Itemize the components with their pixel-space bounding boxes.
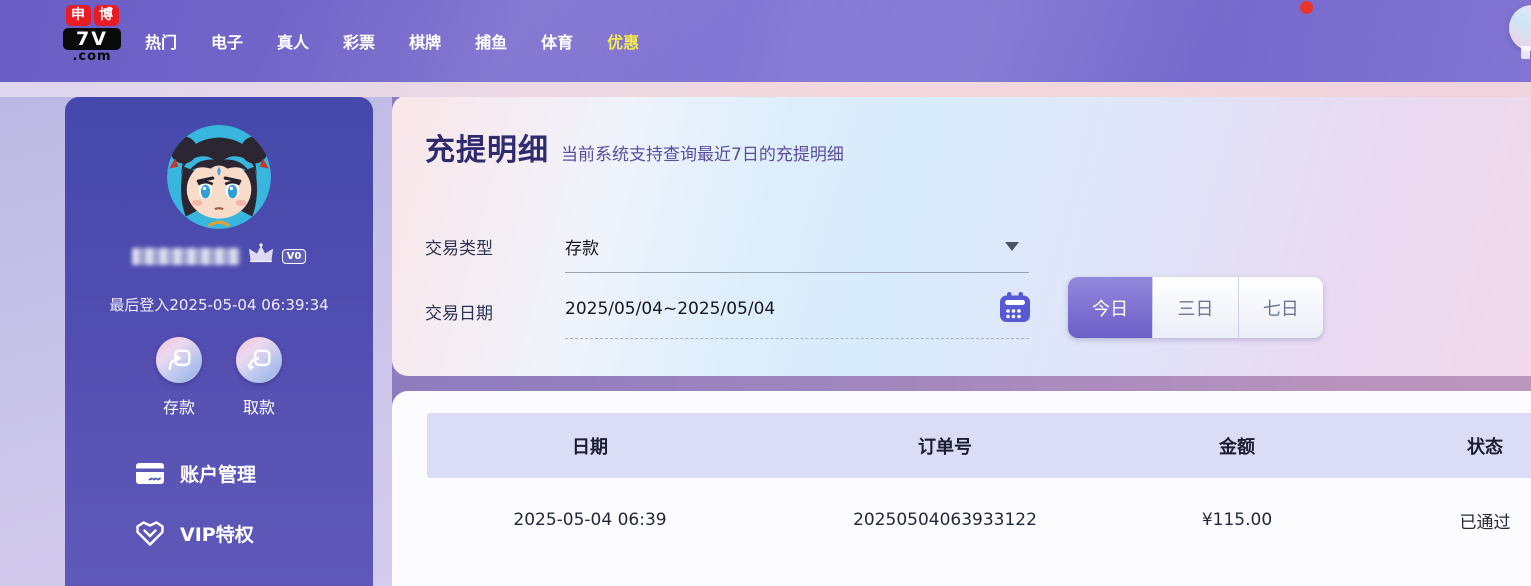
calendar-icon[interactable]: [999, 291, 1031, 323]
column-header-order-no: 订单号: [753, 413, 1137, 478]
sidebar-item-account-management[interactable]: 账户管理: [135, 460, 256, 487]
cell-date: 2025-05-04 06:39: [427, 478, 753, 562]
vip-shield-icon: [135, 520, 165, 547]
date-range-button-group: 今日 三日 七日: [1068, 277, 1323, 338]
sidebar-item-label: 账户管理: [180, 460, 256, 487]
range-button-today[interactable]: 今日: [1068, 277, 1153, 338]
quick-actions: 存款 取款: [65, 337, 373, 418]
records-panel: 日期 订单号 金额 状态 2025-05-04 06:39 2025050406…: [392, 391, 1531, 586]
logo-seal-left: 申: [66, 5, 91, 26]
withdraw-icon: [236, 337, 282, 383]
sidebar-username-row: V0: [65, 245, 373, 267]
table-row[interactable]: 2025-05-04 06:39 20250504063933122 ¥115.…: [427, 478, 1531, 562]
notification-dot: [1300, 1, 1313, 14]
type-field-underline: [565, 272, 1029, 273]
nav-item-slots[interactable]: 电子: [211, 29, 243, 53]
nav-item-cards[interactable]: 棋牌: [409, 29, 441, 53]
vip-level-badge[interactable]: V0: [282, 249, 307, 264]
column-header-date: 日期: [427, 413, 753, 478]
page-subtitle: 当前系统支持查询最近7日的充提明细: [561, 140, 844, 165]
withdraw-button[interactable]: 取款: [236, 337, 282, 418]
floating-widget-label-fragment: [1521, 46, 1530, 59]
sidebar-avatar[interactable]: [167, 125, 271, 229]
brand-logo[interactable]: 申 博 7V .com: [63, 5, 121, 64]
last-login-text: 最后登入2025-05-04 06:39:34: [65, 294, 373, 315]
bank-card-icon: [135, 462, 165, 485]
nav-item-lottery[interactable]: 彩票: [343, 29, 375, 53]
transaction-type-value[interactable]: 存款: [565, 234, 599, 259]
sidebar-item-vip-privileges[interactable]: VIP特权: [135, 520, 254, 547]
filter-panel: 充提明细 当前系统支持查询最近7日的充提明细 交易类型 存款 交易日期 2025…: [392, 95, 1531, 376]
page-title: 充提明细: [425, 125, 549, 169]
title-row: 充提明细 当前系统支持查询最近7日的充提明细: [425, 125, 844, 169]
deposit-button[interactable]: 存款: [156, 337, 202, 418]
column-header-amount: 金额: [1137, 413, 1337, 478]
profile-sidebar: V0 最后登入2025-05-04 06:39:34 存款 取款 账户管理 VI…: [65, 97, 373, 586]
nav-item-sports[interactable]: 体育: [541, 29, 573, 53]
sidebar-username-censored: [132, 248, 240, 265]
transaction-date-label: 交易日期: [425, 299, 493, 324]
deposit-label: 存款: [163, 394, 195, 418]
nav-item-fishing[interactable]: 捕鱼: [475, 29, 507, 53]
transaction-date-value[interactable]: 2025/05/04~2025/05/04: [565, 299, 775, 319]
chevron-down-icon[interactable]: [1005, 242, 1019, 251]
content-top-strip: [0, 82, 1531, 97]
column-header-status: 状态: [1337, 413, 1531, 478]
cell-amount: ¥115.00: [1137, 478, 1337, 562]
main-content: 充提明细 当前系统支持查询最近7日的充提明细 交易类型 存款 交易日期 2025…: [392, 95, 1531, 586]
range-button-3days[interactable]: 三日: [1153, 277, 1238, 338]
logo-suffix-text: .com: [63, 50, 121, 64]
vip-crown-icon: [246, 243, 276, 264]
nav-item-hot[interactable]: 热门: [145, 29, 177, 53]
nav-item-live[interactable]: 真人: [277, 29, 309, 53]
date-field-underline: [565, 338, 1029, 339]
transaction-type-label: 交易类型: [425, 234, 493, 259]
logo-brand-text: 7V: [63, 28, 121, 50]
logo-seal-right: 博: [94, 5, 119, 26]
sidebar-item-label: VIP特权: [180, 520, 254, 547]
main-nav: 热门 电子 真人 彩票 棋牌 捕鱼 体育 优惠: [145, 0, 639, 82]
nav-item-promos[interactable]: 优惠: [607, 29, 639, 53]
deposit-icon: [156, 337, 202, 383]
logo-seals: 申 博: [63, 5, 121, 26]
range-button-7days[interactable]: 七日: [1239, 277, 1323, 338]
cell-status: 已通过: [1337, 478, 1531, 562]
cell-order-no: 20250504063933122: [753, 478, 1137, 562]
table-header-row: 日期 订单号 金额 状态: [427, 413, 1531, 478]
withdraw-label: 取款: [243, 394, 275, 418]
